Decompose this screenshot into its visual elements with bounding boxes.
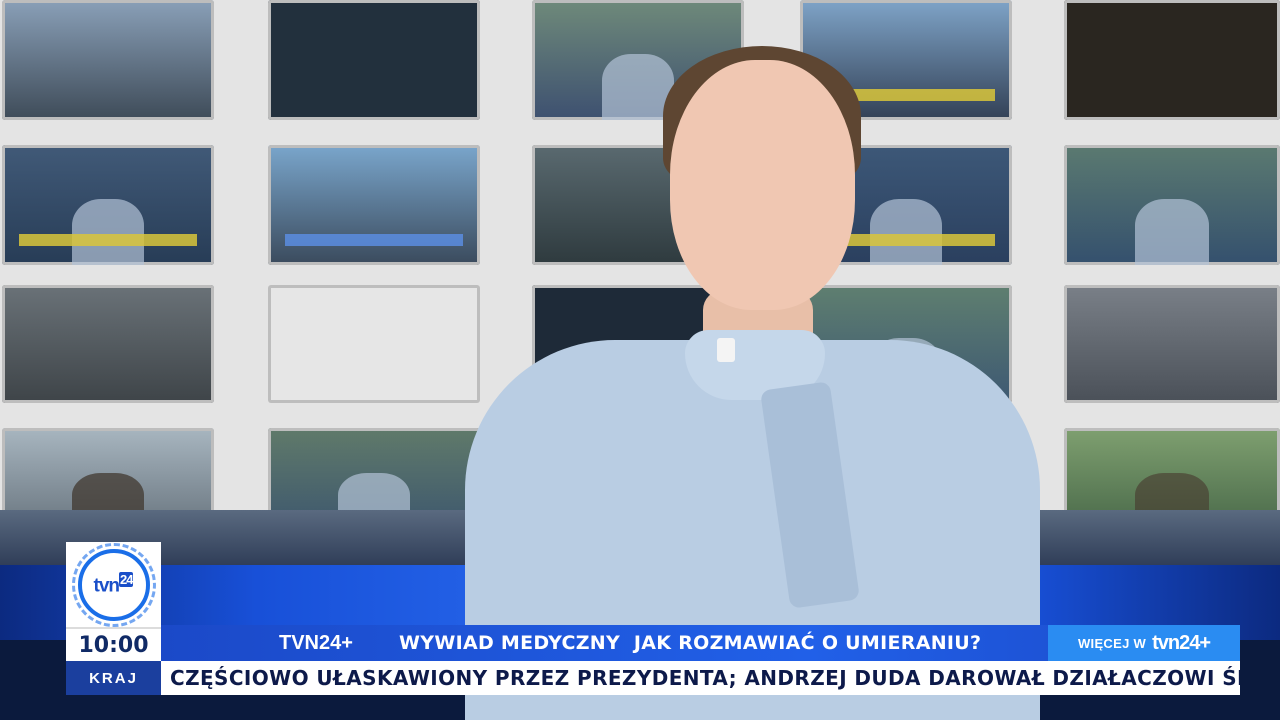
anchor-face [670, 60, 855, 310]
wall-monitor [268, 0, 480, 120]
lapel-microphone [717, 338, 735, 362]
more-on-tvn24plus-button[interactable]: WIĘCEJ W tvn24+ [1048, 625, 1240, 661]
wall-monitor [268, 285, 480, 403]
section-label: KRAJ [66, 661, 161, 695]
wall-monitor [2, 285, 214, 403]
clock-time: 10:00 [66, 627, 161, 661]
wall-monitor [2, 0, 214, 120]
more-label: WIĘCEJ W [1077, 635, 1147, 651]
wall-monitor [1064, 145, 1280, 265]
studio-video-frame [0, 0, 1280, 720]
wall-monitor [1064, 0, 1280, 120]
channel-logo: tvn24 [66, 542, 161, 627]
more-brand: tvn24+ [1152, 631, 1211, 654]
program-brand: TVN24+ [279, 631, 353, 654]
news-anchor [465, 40, 1040, 720]
ticker-text: CZĘŚCIOWO UŁASKAWIONY PRZEZ PREZYDENTA; … [170, 666, 1240, 690]
program-title: WYWIAD MEDYCZNY JAK ROZMAWIAĆ O UMIERANI… [399, 632, 982, 654]
wall-monitor [2, 145, 214, 265]
wall-monitor [1064, 285, 1280, 403]
tvn24-logo-icon: tvn24 [71, 542, 156, 627]
wall-monitor [268, 145, 480, 265]
news-ticker: CZĘŚCIOWO UŁASKAWIONY PRZEZ PREZYDENTA; … [161, 661, 1240, 695]
